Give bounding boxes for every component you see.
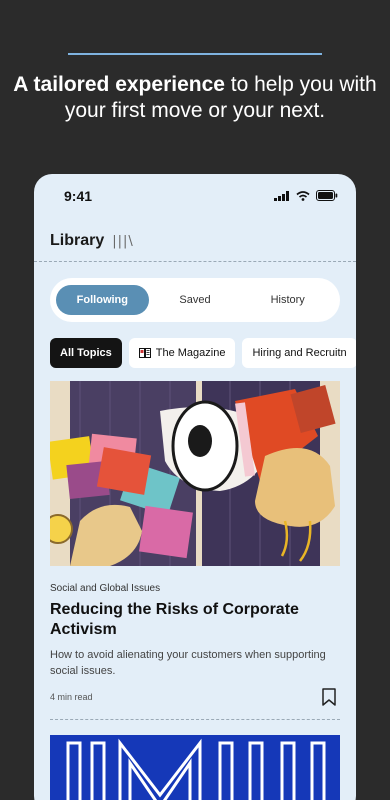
- article-title[interactable]: Reducing the Risks of Corporate Activism: [50, 600, 340, 640]
- tab-following[interactable]: Following: [56, 285, 149, 315]
- article-summary: How to avoid alienating your customers w…: [50, 649, 326, 677]
- bookmark-icon[interactable]: [322, 688, 336, 706]
- chip-label: The Magazine: [155, 347, 226, 359]
- divider: [34, 261, 356, 262]
- wifi-icon: [296, 190, 310, 201]
- phone-screen: 9:41 Library |||\ Following Saved Histor…: [34, 174, 356, 800]
- tab-history[interactable]: History: [241, 285, 334, 315]
- chip-label: Hiring and Recruitn: [252, 347, 347, 359]
- chip-the-magazine[interactable]: The Magazine: [128, 338, 236, 368]
- promo-headline: A tailored experience to help you with y…: [0, 72, 390, 124]
- divider: [50, 719, 340, 720]
- article-category[interactable]: Social and Global Issues: [50, 583, 160, 594]
- library-icon: |||\: [112, 233, 134, 249]
- page-title: Library: [50, 232, 105, 249]
- megaphone-illustration: [50, 381, 340, 566]
- segmented-control: Following Saved History: [50, 278, 340, 322]
- chip-all-topics[interactable]: All Topics: [50, 338, 122, 368]
- decorative-rule: [68, 53, 322, 55]
- next-article-illustration: [50, 735, 340, 800]
- topic-chips: All Topics The Magazine Hiring and Recru…: [50, 338, 356, 368]
- chip-hiring-and-recruiting[interactable]: Hiring and Recruitn: [242, 338, 356, 368]
- tab-saved[interactable]: Saved: [149, 285, 242, 315]
- article-hero-image[interactable]: [50, 381, 340, 566]
- read-time: 4 min read: [50, 692, 93, 702]
- next-article-image[interactable]: [50, 735, 340, 800]
- battery-icon: [316, 190, 338, 201]
- status-bar: 9:41: [34, 174, 356, 218]
- chip-label: All Topics: [60, 347, 112, 359]
- magazine-icon: [138, 348, 151, 358]
- headline-bold: A tailored experience: [13, 73, 225, 96]
- signal-icon: [274, 190, 289, 201]
- status-time: 9:41: [64, 188, 93, 204]
